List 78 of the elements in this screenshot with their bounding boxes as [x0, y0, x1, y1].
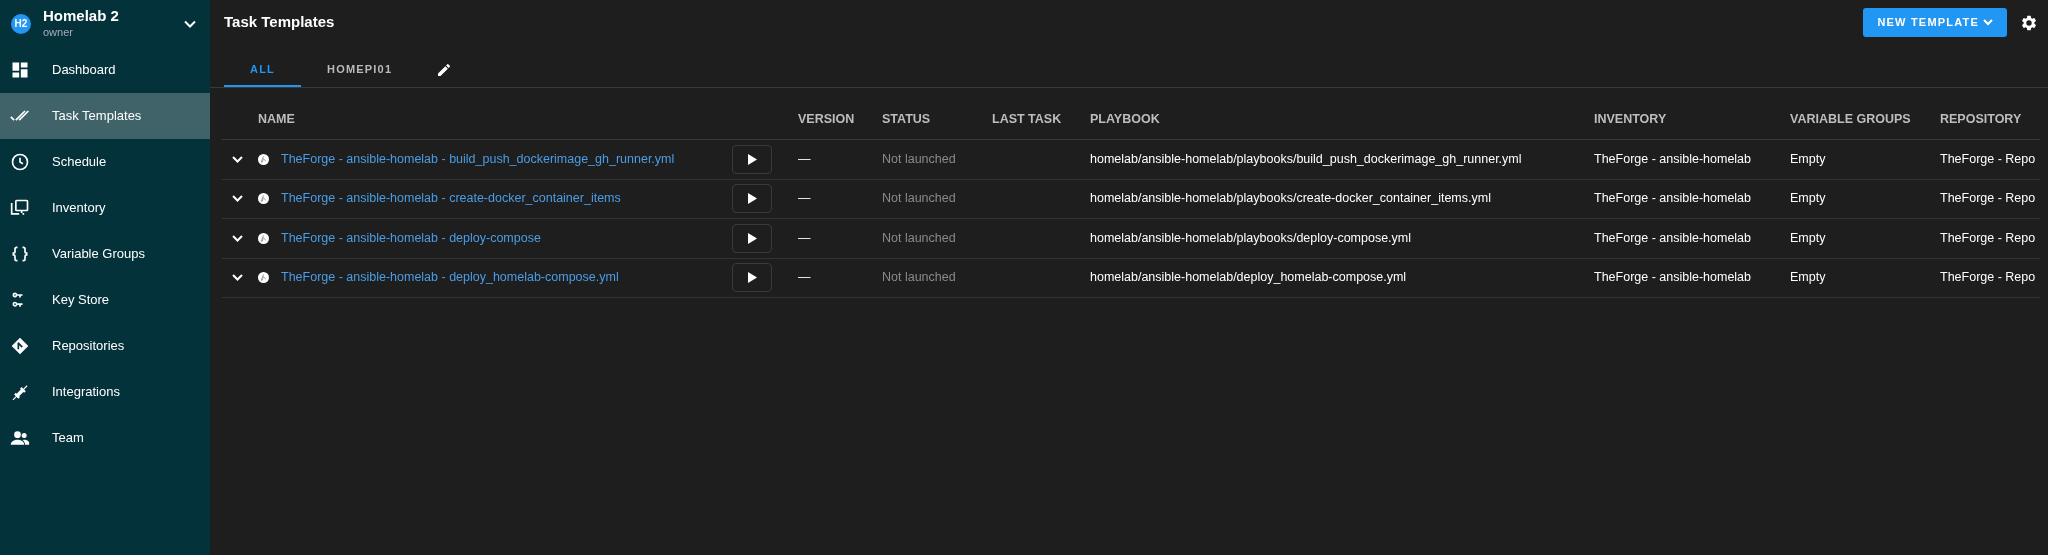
column-header: NAME — [258, 112, 295, 127]
run-button[interactable] — [732, 263, 772, 293]
table-cell: — — [798, 270, 811, 285]
table-cell: Not launched — [882, 151, 956, 166]
plug-icon — [10, 382, 30, 402]
ansible-icon — [258, 272, 269, 284]
nav-item[interactable]: Task Templates — [0, 93, 210, 139]
table-cell: TheForge - Repo — [1940, 191, 2036, 206]
play-icon — [747, 153, 757, 165]
nav-item[interactable]: Schedule — [0, 139, 210, 185]
run-button[interactable] — [732, 223, 772, 253]
template-link[interactable]: TheForge - ansible-homelab - deploy-compose — [281, 228, 541, 248]
nav-item[interactable]: Integrations — [0, 369, 210, 415]
ansible-icon — [258, 232, 269, 244]
tab[interactable]: ALL — [224, 53, 301, 87]
nav-item[interactable]: Variable Groups — [0, 231, 210, 277]
run-button[interactable] — [732, 184, 772, 214]
page-title: Task Templates — [224, 12, 335, 33]
column-header: LAST TASK — [992, 112, 1062, 127]
table-cell: Empty — [1790, 191, 1826, 206]
nav-item[interactable]: Inventory — [0, 185, 210, 231]
table-cell: homelab/ansible-homelab/deploy_homelab-compose.yml — [1090, 270, 1407, 285]
template-link[interactable]: TheForge - ansible-homelab - create-docker_container_items — [281, 189, 621, 209]
chevron-down-icon — [1983, 19, 1993, 26]
people-icon — [10, 428, 30, 448]
nav-item[interactable]: Key Store — [0, 277, 210, 323]
column-header: STATUS — [882, 112, 931, 127]
table-cell: — — [798, 230, 811, 245]
settings-icon[interactable] — [2020, 13, 2038, 32]
table-cell: Not launched — [882, 230, 956, 245]
workspace-name[interactable]: Homelab 2 — [43, 7, 119, 26]
play-icon — [747, 272, 757, 284]
nav-item[interactable]: Team — [0, 415, 210, 461]
table-cell: TheForge - ansible-homelab — [1594, 230, 1752, 245]
column-header: VARIABLE GROUPS — [1790, 112, 1911, 127]
ansible-icon — [258, 193, 269, 205]
ansible-icon — [258, 153, 269, 165]
play-icon — [747, 232, 757, 244]
template-link[interactable]: TheForge - ansible-homelab - deploy_homelab-compose.yml — [281, 268, 619, 288]
run-button[interactable] — [732, 144, 772, 174]
nav-item[interactable]: Dashboard — [0, 47, 210, 93]
workspace-role: owner — [43, 26, 74, 40]
chevron-down-icon[interactable] — [232, 195, 243, 203]
chevron-down-icon[interactable] — [232, 274, 243, 282]
table-cell: TheForge - Repo — [1940, 270, 2036, 285]
column-header: VERSION — [798, 112, 855, 127]
curly-braces-icon — [10, 244, 30, 264]
column-header: INVENTORY — [1594, 112, 1667, 127]
column-header: REPOSITORY — [1940, 112, 2022, 127]
monitor-icon — [10, 198, 30, 218]
column-header: PLAYBOOK — [1090, 112, 1160, 127]
git-diamond-icon — [10, 336, 30, 356]
table-cell: homelab/ansible-homelab/playbooks/create-docker_container_items.yml — [1090, 191, 1491, 206]
template-link[interactable]: TheForge - ansible-homelab - build_push_dockerimage_gh_runner.yml — [281, 149, 675, 169]
table-cell: homelab/ansible-homelab/playbooks/deploy-compose.yml — [1090, 230, 1411, 245]
table-cell: Not launched — [882, 270, 956, 285]
table-cell: Empty — [1790, 151, 1826, 166]
play-icon — [747, 193, 757, 205]
table-cell: — — [798, 191, 811, 206]
table-cell: TheForge - ansible-homelab — [1594, 270, 1752, 285]
table-cell: Empty — [1790, 230, 1826, 245]
table-cell: Empty — [1790, 270, 1826, 285]
table-cell: TheForge - Repo — [1940, 230, 2036, 245]
chevron-down-icon[interactable] — [232, 234, 243, 242]
table-cell: Not launched — [882, 191, 956, 206]
tab[interactable]: HOMEPI01 — [301, 53, 419, 87]
table-cell: TheForge - ansible-homelab — [1594, 191, 1752, 206]
table-cell: — — [798, 151, 811, 166]
table-cell: TheForge - ansible-homelab — [1594, 151, 1752, 166]
table-cell: TheForge - Repo — [1940, 151, 2036, 166]
pencil-icon[interactable] — [436, 62, 453, 78]
chevron-down-icon[interactable] — [232, 155, 243, 163]
chevron-down-icon[interactable] — [184, 19, 196, 28]
workspace-avatar: H2 — [11, 13, 31, 34]
clock-icon — [10, 152, 30, 172]
dashboard-icon — [10, 60, 30, 80]
table-cell: homelab/ansible-homelab/playbooks/build_push_dockerimage_gh_runner.yml — [1090, 151, 1522, 166]
nav-item[interactable]: Repositories — [0, 323, 210, 369]
